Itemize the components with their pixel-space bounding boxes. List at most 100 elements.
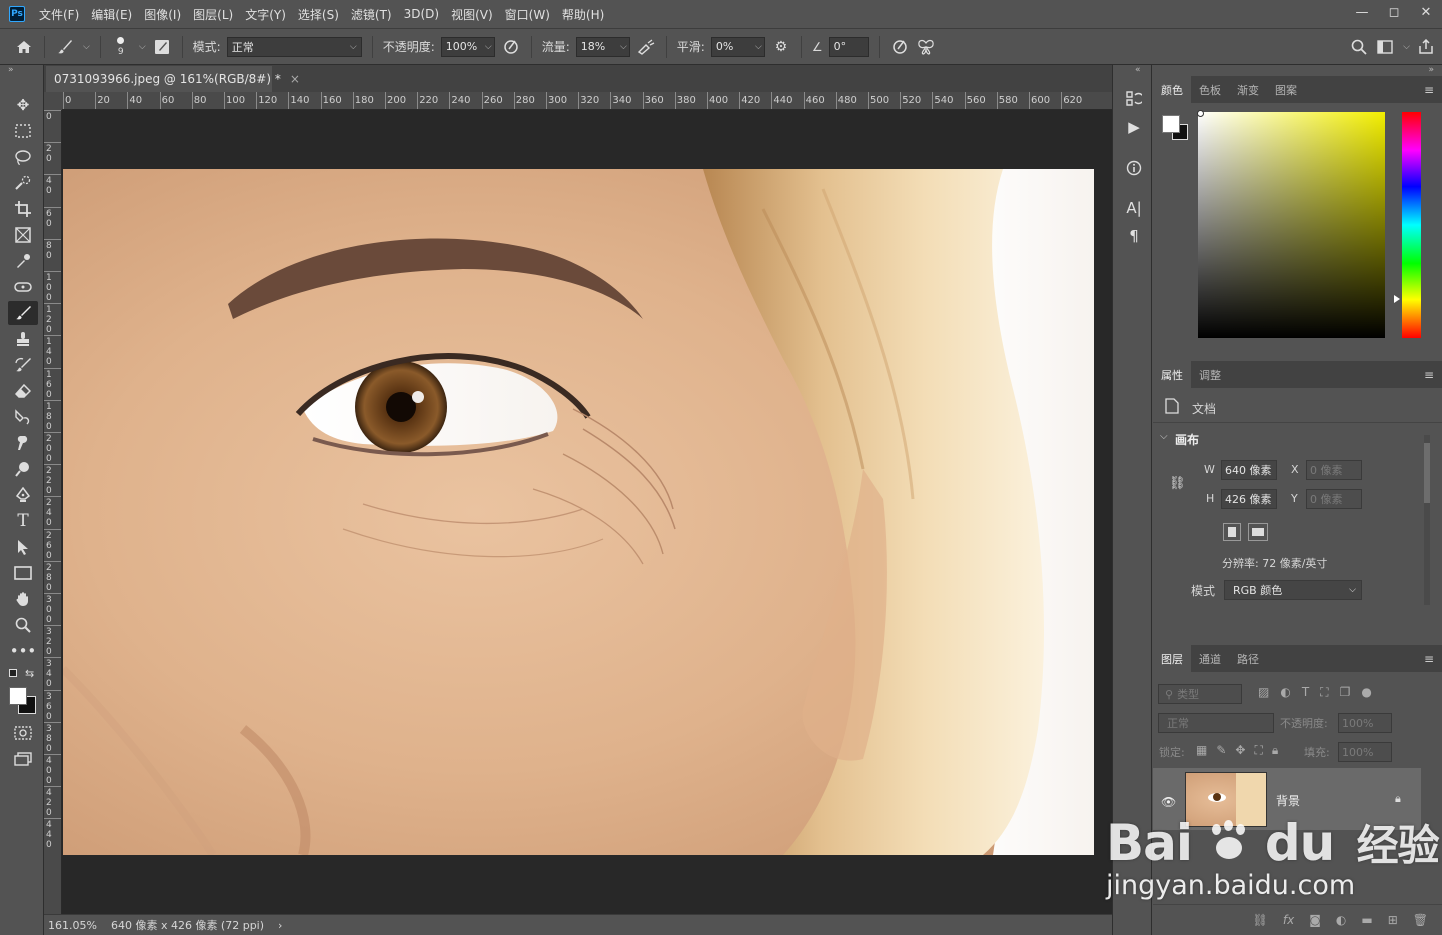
- angle-input[interactable]: 0°: [828, 36, 869, 57]
- frame-tool-icon[interactable]: [8, 223, 38, 247]
- flow-input[interactable]: 18% ⌵: [575, 36, 630, 57]
- home-icon[interactable]: [14, 37, 34, 57]
- canvas-section-title[interactable]: 画布: [1175, 431, 1199, 448]
- brush-size-picker[interactable]: 9: [111, 34, 131, 60]
- menu-type[interactable]: 文字(Y): [239, 6, 292, 23]
- filter-smart-icon[interactable]: ❐: [1340, 685, 1351, 700]
- menu-select[interactable]: 选择(S): [292, 6, 345, 23]
- panel-menu-icon[interactable]: ≡: [1424, 368, 1434, 382]
- document-tab-close-icon[interactable]: ×: [290, 72, 300, 86]
- blend-mode-select[interactable]: 正常: [1158, 713, 1274, 733]
- new-group-folder-icon[interactable]: ▬: [1361, 913, 1372, 927]
- collapse-chevron-icon[interactable]: »: [8, 65, 14, 75]
- hue-slider-handle[interactable]: [1394, 295, 1400, 303]
- gradient-tool-icon[interactable]: [8, 405, 38, 429]
- paragraph-icon[interactable]: ¶: [1123, 225, 1145, 247]
- marquee-tool-icon[interactable]: [8, 119, 38, 143]
- tab-channels[interactable]: 通道: [1191, 645, 1229, 672]
- lock-artboard-icon[interactable]: ⛶: [1254, 743, 1262, 758]
- filter-adjustment-icon[interactable]: ◐: [1280, 685, 1290, 700]
- layer-visibility-eye-icon[interactable]: 👁︎: [1161, 795, 1176, 809]
- panel-menu-icon[interactable]: ≡: [1424, 83, 1434, 97]
- height-input[interactable]: 426 像素: [1221, 489, 1277, 509]
- quick-mask-icon[interactable]: [8, 721, 38, 745]
- menu-filter[interactable]: 滤镜(T): [345, 6, 398, 23]
- default-colors-icon[interactable]: [9, 669, 17, 677]
- smoothing-options-gear-icon[interactable]: ⚙: [771, 37, 791, 57]
- menu-window[interactable]: 窗口(W): [499, 6, 556, 23]
- menu-edit[interactable]: 编辑(E): [85, 6, 138, 23]
- lock-all-icon[interactable]: 🔒︎: [1272, 743, 1278, 758]
- y-input[interactable]: 0 像素: [1306, 489, 1362, 509]
- tab-layers[interactable]: 图层: [1153, 645, 1191, 672]
- zoom-level[interactable]: 161.05%: [48, 919, 97, 932]
- lasso-tool-icon[interactable]: [8, 145, 38, 169]
- pen-tool-icon[interactable]: [8, 483, 38, 507]
- color-fg-swatch[interactable]: [1162, 115, 1180, 133]
- hand-tool-icon[interactable]: [8, 587, 38, 611]
- portrait-orientation-icon[interactable]: [1223, 523, 1241, 541]
- info-icon[interactable]: [1123, 157, 1145, 179]
- brush-preset-icon[interactable]: [55, 37, 75, 57]
- chevron-down-icon[interactable]: ⌵: [139, 42, 146, 52]
- pressure-opacity-icon[interactable]: [501, 37, 521, 57]
- path-selection-tool-icon[interactable]: [8, 535, 38, 559]
- more-tools-icon[interactable]: •••: [8, 639, 38, 663]
- document-tab[interactable]: 0731093966.jpeg @ 161%(RGB/8#) * ×: [46, 66, 300, 92]
- horizontal-ruler[interactable]: 0 20 40 60 80 100 120 140 160 180 200 220 240 260 280 3…: [62, 92, 1112, 110]
- chevron-down-icon[interactable]: ⌵: [485, 42, 492, 52]
- color-mode-select[interactable]: RGB 颜色 ⌵: [1224, 580, 1362, 600]
- search-icon[interactable]: [1349, 37, 1369, 57]
- filter-shape-icon[interactable]: ⛶: [1320, 685, 1328, 700]
- layer-row[interactable]: 👁︎ 背景 🔒︎: [1153, 768, 1421, 830]
- layer-opacity-input[interactable]: 100%: [1338, 713, 1392, 733]
- link-layers-icon[interactable]: ⛓: [1253, 913, 1268, 927]
- foreground-color-swatch[interactable]: [9, 687, 27, 705]
- fill-input[interactable]: 100%: [1338, 742, 1392, 762]
- filter-pixel-icon[interactable]: ▨: [1258, 685, 1269, 700]
- eraser-tool-icon[interactable]: [8, 379, 38, 403]
- status-expand-icon[interactable]: ›: [278, 919, 282, 932]
- tab-properties[interactable]: 属性: [1153, 361, 1191, 388]
- vertical-ruler[interactable]: 0 20 40 60 80 100 120 140 160 180 200 220 240 260 280 3…: [44, 110, 62, 914]
- menu-view[interactable]: 视图(V): [445, 6, 499, 23]
- lock-transparent-icon[interactable]: ▦: [1196, 743, 1207, 758]
- minimize-button[interactable]: —: [1346, 0, 1378, 24]
- tab-paths[interactable]: 路径: [1229, 645, 1267, 672]
- width-input[interactable]: 640 像素: [1221, 460, 1277, 480]
- new-layer-icon[interactable]: ⊞: [1388, 913, 1398, 927]
- share-icon[interactable]: [1416, 37, 1436, 57]
- delete-layer-trash-icon[interactable]: 🗑︎: [1413, 913, 1428, 927]
- filter-toggle-icon[interactable]: ●: [1361, 685, 1371, 700]
- symmetry-butterfly-icon[interactable]: [916, 37, 936, 57]
- scrollbar-thumb[interactable]: [1424, 443, 1430, 503]
- close-button[interactable]: ✕: [1410, 0, 1442, 24]
- canvas-image[interactable]: [63, 169, 1094, 855]
- menu-layer[interactable]: 图层(L): [187, 6, 239, 23]
- chevron-down-icon[interactable]: ⌵: [620, 42, 627, 52]
- collapse-chevron-icon[interactable]: »: [1428, 65, 1434, 75]
- pressure-size-icon[interactable]: [890, 37, 910, 57]
- layer-name[interactable]: 背景: [1276, 792, 1300, 809]
- workspace-icon[interactable]: [1375, 37, 1395, 57]
- smoothing-input[interactable]: 0% ⌵: [710, 36, 765, 57]
- tab-swatches[interactable]: 色板: [1191, 76, 1229, 103]
- color-picker-handle[interactable]: [1197, 110, 1204, 117]
- menu-3d[interactable]: 3D(D): [398, 7, 445, 21]
- history-brush-tool-icon[interactable]: [8, 353, 38, 377]
- airbrush-icon[interactable]: [636, 37, 656, 57]
- clone-stamp-tool-icon[interactable]: [8, 327, 38, 351]
- collapse-chevron-icon[interactable]: «: [1135, 65, 1141, 75]
- link-dimensions-icon[interactable]: ⛓: [1169, 476, 1186, 491]
- menu-file[interactable]: 文件(F): [33, 6, 85, 23]
- tab-adjustments[interactable]: 调整: [1191, 361, 1229, 388]
- tab-gradients[interactable]: 渐变: [1229, 76, 1267, 103]
- chevron-down-icon[interactable]: ⌵: [1403, 42, 1410, 52]
- collapse-section-icon[interactable]: ⌵: [1160, 431, 1168, 442]
- character-icon[interactable]: A|: [1123, 197, 1145, 219]
- brush-tool-icon[interactable]: [8, 301, 38, 325]
- panel-menu-icon[interactable]: ≡: [1424, 652, 1434, 666]
- type-tool-icon[interactable]: T: [8, 509, 38, 533]
- mode-select[interactable]: 正常 ⌵: [226, 36, 362, 57]
- brush-settings-icon[interactable]: [152, 37, 172, 57]
